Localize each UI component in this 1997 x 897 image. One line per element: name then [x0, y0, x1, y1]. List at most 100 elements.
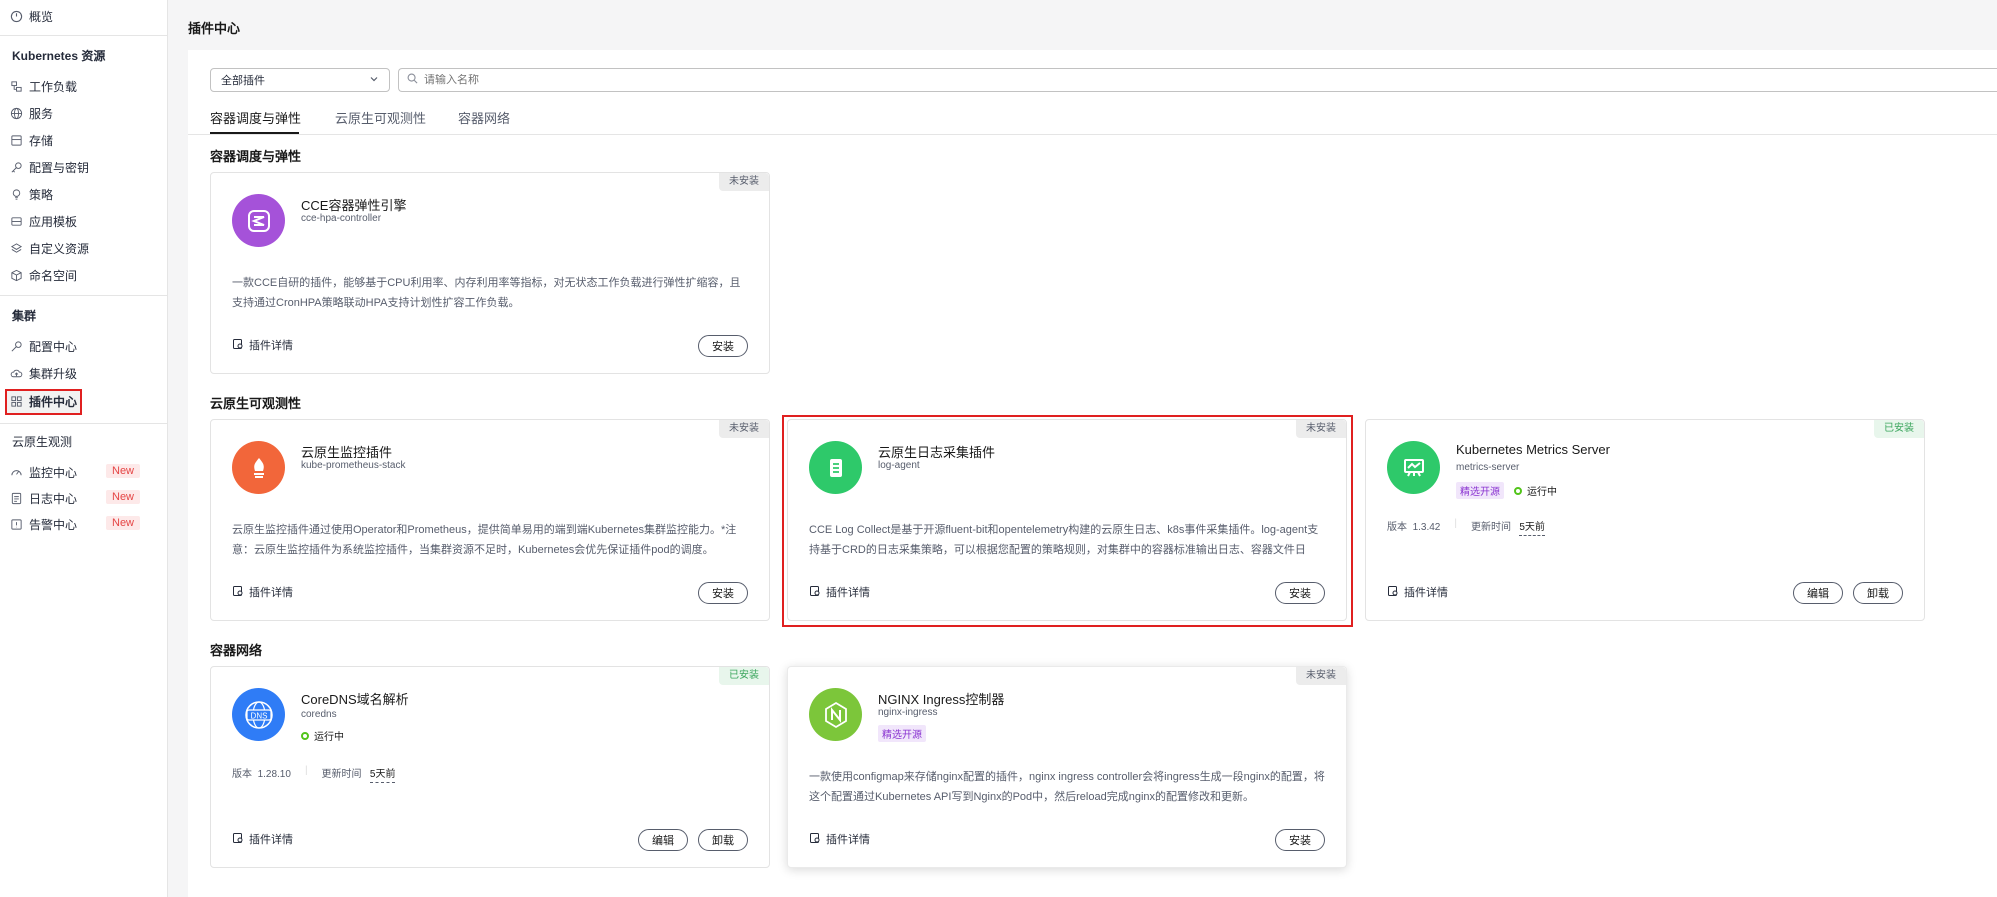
search-input[interactable]	[424, 74, 824, 86]
plugin-card-nginx-ingress: 未安装 NGINX Ingress控制器 nginx-ingress 精选开源 …	[787, 666, 1347, 868]
update-label: 更新时间	[1470, 522, 1511, 533]
edit-button[interactable]: 编辑	[1793, 582, 1843, 604]
sidebar-item-label: 集群升级	[29, 366, 78, 381]
sidebar-item-label: 概览	[29, 9, 54, 24]
section-title: 云原生可观测性	[210, 396, 302, 411]
status-badge: 未安装	[1296, 667, 1346, 685]
version-value: 1.3.42	[1412, 522, 1441, 533]
new-badge: New	[106, 464, 141, 478]
template-icon	[10, 215, 23, 228]
edit-button[interactable]: 编辑	[638, 829, 688, 851]
plugin-id: cce-hpa-controller	[301, 213, 382, 224]
status-badge: 已安装	[1874, 420, 1924, 438]
prometheus-logo-icon	[232, 441, 285, 494]
running-label: 运行中	[1527, 487, 1557, 498]
status-dot-icon	[1514, 486, 1522, 495]
plugin-name: CCE容器弹性引擎	[301, 198, 407, 213]
svg-text:DNS: DNS	[250, 711, 267, 720]
sidebar-group-title: 集群	[12, 309, 37, 323]
sidebar-item-logs[interactable]: 日志中心	[10, 486, 77, 510]
plugin-meta: 版本 1.3.42 | 更新时间 5天前	[1387, 518, 1545, 536]
sidebar: 概览 Kubernetes 资源 工作负载 服务 存储 配置与密钥 策略 应用模…	[0, 0, 168, 897]
open-source-tag: 精选开源	[1456, 482, 1504, 499]
sidebar-item-custom-resources[interactable]: 自定义资源	[10, 236, 89, 260]
search-box	[398, 68, 1997, 92]
chevron-down-icon	[369, 74, 379, 87]
uninstall-button[interactable]: 卸载	[1853, 582, 1903, 604]
plugin-id: kube-prometheus-stack	[301, 460, 406, 471]
plugin-card-metrics-server: 已安装 Kubernetes Metrics Server metrics-se…	[1365, 419, 1925, 621]
sidebar-item-label: 命名空间	[29, 268, 78, 283]
running-status: 运行中	[1514, 483, 1557, 498]
install-button[interactable]: 安装	[1275, 829, 1325, 851]
plugin-detail-link[interactable]: 插件详情	[232, 831, 293, 847]
install-button[interactable]: 安装	[698, 582, 748, 604]
sidebar-item-label: 监控中心	[29, 465, 78, 480]
search-icon	[407, 73, 418, 87]
layers-icon	[10, 242, 23, 255]
plugin-description: 一款使用configmap来存储nginx配置的插件，nginx ingress…	[809, 771, 1325, 803]
sidebar-item-namespaces[interactable]: 命名空间	[10, 263, 77, 287]
sidebar-item-services[interactable]: 服务	[10, 101, 53, 125]
status-badge: 未安装	[719, 173, 769, 191]
sidebar-item-storage[interactable]: 存储	[10, 128, 53, 152]
plugin-detail-link[interactable]: 插件详情	[1387, 584, 1448, 600]
cube-icon	[10, 269, 23, 282]
status-badge: 已安装	[719, 667, 769, 685]
dashboard-icon	[10, 10, 23, 23]
uninstall-button[interactable]: 卸载	[698, 829, 748, 851]
detail-label: 插件详情	[826, 834, 870, 846]
tab-scheduling[interactable]: 容器调度与弹性	[210, 108, 301, 127]
update-label: 更新时间	[321, 769, 362, 780]
plugin-detail-link[interactable]: 插件详情	[809, 831, 870, 847]
sidebar-item-config-center[interactable]: 配置中心	[10, 334, 77, 358]
sidebar-item-monitoring[interactable]: 监控中心	[10, 460, 77, 484]
version-label: 版本	[1387, 522, 1407, 533]
sidebar-item-label: 存储	[29, 133, 54, 148]
detail-label: 插件详情	[249, 834, 293, 846]
plugin-card-prometheus: 未安装 云原生监控插件 kube-prometheus-stack 云原生监控插…	[210, 419, 770, 621]
sidebar-item-app-templates[interactable]: 应用模板	[10, 209, 77, 233]
sidebar-item-label: 插件中心	[29, 394, 78, 409]
sidebar-item-alarms[interactable]: 告警中心	[10, 512, 77, 536]
plugin-detail-link[interactable]: 插件详情	[232, 337, 293, 353]
plugin-name: NGINX Ingress控制器	[878, 692, 1005, 707]
nginx-logo-icon	[809, 688, 862, 741]
plugin-name: 云原生监控插件	[301, 445, 393, 460]
update-value[interactable]: 5天前	[369, 769, 396, 783]
sidebar-item-workloads[interactable]: 工作负载	[10, 74, 77, 98]
install-button[interactable]: 安装	[698, 335, 748, 357]
sidebar-item-cluster-upgrade[interactable]: 集群升级	[10, 361, 77, 385]
plugin-meta: 版本 1.28.10 | 更新时间 5天前	[232, 765, 396, 783]
update-value[interactable]: 5天前	[1519, 522, 1545, 536]
tab-network[interactable]: 容器网络	[458, 108, 510, 127]
open-source-tag: 精选开源	[878, 725, 926, 742]
globe-icon	[10, 107, 23, 120]
detail-label: 插件详情	[249, 587, 293, 599]
tab-observability[interactable]: 云原生可观测性	[335, 108, 426, 127]
plugin-description: 一款CCE自研的插件，能够基于CPU利用率、内存利用率等指标，对无状态工作负载进…	[232, 277, 741, 309]
sidebar-group-title: 云原生观测	[12, 435, 73, 449]
plugin-type-select[interactable]: 全部插件	[210, 68, 390, 92]
sidebar-item-label: 工作负载	[29, 79, 78, 94]
sidebar-item-plugin-center[interactable]: 插件中心	[10, 389, 77, 413]
plugin-id: coredns	[301, 709, 337, 720]
sidebar-item-label: 日志中心	[29, 491, 78, 506]
sidebar-item-label: 告警中心	[29, 517, 78, 532]
sidebar-item-config-secrets[interactable]: 配置与密钥	[10, 155, 89, 179]
sidebar-item-policies[interactable]: 策略	[10, 182, 53, 206]
plugin-detail-link[interactable]: 插件详情	[232, 584, 293, 600]
detail-icon	[1387, 585, 1399, 600]
elastic-engine-logo-icon	[232, 194, 285, 247]
new-badge: New	[106, 490, 141, 504]
sidebar-item-label: 自定义资源	[29, 241, 90, 256]
metrics-server-logo-icon	[1387, 441, 1440, 494]
workload-icon	[10, 80, 23, 93]
plugin-card-coredns: 已安装 DNS CoreDNS域名解析 coredns 运行中 版本 1.28.…	[210, 666, 770, 868]
plugin-id: nginx-ingress	[878, 707, 938, 718]
sidebar-item-label: 服务	[29, 106, 54, 121]
sidebar-item-overview[interactable]: 概览	[10, 4, 53, 28]
detail-label: 插件详情	[1404, 587, 1448, 599]
plugin-id: metrics-server	[1456, 462, 1520, 473]
storage-icon	[10, 134, 23, 147]
